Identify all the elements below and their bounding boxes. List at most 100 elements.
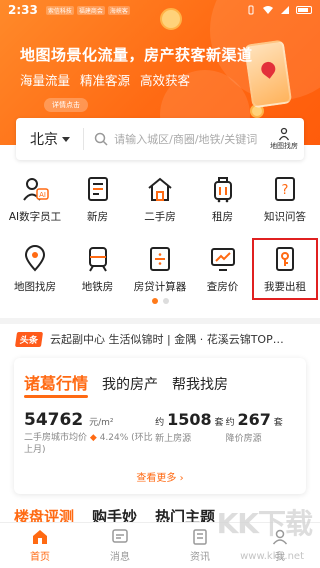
feature-qa[interactable]: ? 知识问答 [254, 170, 316, 228]
new-listings-value: 1508 [167, 410, 212, 429]
status-time: 2:33 [8, 3, 38, 17]
calculator-icon [145, 244, 175, 274]
map-pin-icon [258, 59, 279, 79]
tab-home[interactable]: 首页 [0, 523, 80, 568]
subway-icon [83, 244, 113, 274]
feature-grid: AI AI数字员工 新房 二手房 租房 ? 知识问答 地图找房 地铁房 房贷计算… [0, 170, 320, 300]
feature-label: AI数字员工 [8, 211, 62, 223]
lease-out-icon [270, 244, 300, 274]
feature-row: AI AI数字员工 新房 二手房 租房 ? 知识问答 [0, 170, 320, 228]
tab-market[interactable]: 诸葛行情 [24, 370, 89, 398]
chevron-down-icon [62, 136, 70, 142]
market-stats: 54762 元/m² 二手房城市均价 ◆ 4.24% (环比上月) 约 1508… [14, 394, 306, 456]
feature-rent[interactable]: 租房 [192, 170, 254, 228]
vibrate-icon [248, 5, 254, 15]
market-tabs: 诸葛行情 我的房产 帮我找房 [14, 358, 306, 398]
feature-label: 二手房 [144, 211, 176, 223]
price-drop-count: 约 267 套 [226, 410, 296, 429]
ai-worker-icon: AI [20, 174, 50, 204]
signal-icon [281, 6, 289, 14]
tab-label: 首页 [30, 552, 50, 563]
view-more-link[interactable]: 查看更多 › [14, 469, 306, 484]
search-input[interactable] [114, 132, 265, 146]
svg-text:AI: AI [39, 191, 46, 199]
market-card: 诸葛行情 我的房产 帮我找房 54762 元/m² 二手房城市均价 ◆ 4.24… [14, 358, 306, 494]
price-drop-unit: 套 [273, 418, 283, 428]
tab-label: 消息 [110, 552, 130, 563]
stat-prefix: 约 [225, 418, 235, 428]
battery-icon [296, 6, 312, 14]
feature-label: 地图找房 [14, 281, 56, 293]
avg-price-note-prefix: 二手房城市均价 [24, 433, 88, 443]
map-search-label: 地图找房 [270, 142, 299, 150]
price-drop-label: 降价房源 [225, 434, 262, 444]
feature-label: 地铁房 [81, 281, 114, 293]
ad-chip: 海峡客 [107, 5, 130, 15]
feature-label: 新房 [87, 211, 108, 223]
tab-messages[interactable]: 消息 [80, 523, 160, 568]
page-dot-active [151, 298, 158, 304]
wifi-icon [263, 6, 273, 14]
status-ad-strip: 索信科技 福建商会 海峡客 [45, 5, 130, 15]
price-drop-stat: 约 267 套 降价房源 [226, 410, 296, 456]
banner-details-button[interactable]: 详情点击 [44, 98, 88, 112]
status-bar: 2:33 索信科技 福建商会 海峡客 [0, 0, 320, 20]
price-chart-icon [208, 244, 238, 274]
search-box[interactable] [84, 132, 265, 146]
new-house-icon [83, 174, 113, 204]
search-card: 北京 地图找房 [16, 118, 304, 160]
qa-icon: ? [270, 174, 300, 204]
feature-label: 知识问答 [264, 211, 306, 223]
feature-lease-out[interactable]: 我要出租 [252, 238, 318, 300]
new-listings-count: 约 1508 套 [155, 410, 225, 429]
headline-text: 云起副中心 生活似锦时 | 金隅 · 花溪云锦TOP… [50, 333, 284, 346]
feature-price-check[interactable]: 查房价 [192, 240, 254, 298]
new-listings-label: 新上房源 [155, 434, 192, 444]
status-icons [246, 5, 312, 15]
price-drop-value: 267 [237, 410, 271, 429]
feature-map-search[interactable]: 地图找房 [4, 240, 66, 298]
stat-prefix: 约 [155, 418, 165, 428]
tab-label: 资讯 [190, 552, 210, 563]
city-selector[interactable]: 北京 [16, 129, 83, 149]
feature-mortgage-calculator[interactable]: 房贷计算器 [129, 240, 191, 298]
app-home-page: 2:33 索信科技 福建商会 海峡客 地图场景化流量，房产获客新渠道 海量流量 … [0, 0, 320, 568]
city-label: 北京 [30, 132, 58, 148]
feature-label: 租房 [212, 211, 233, 223]
search-icon [94, 132, 108, 146]
avg-price: 54762 元/m² [24, 410, 155, 430]
feature-subway[interactable]: 地铁房 [67, 240, 129, 298]
avg-price-note: 二手房城市均价 ◆ 4.24% (环比上月) [24, 432, 155, 456]
feature-row: 地图找房 地铁房 房贷计算器 查房价 我要出租 [0, 238, 320, 300]
avg-price-change: 4.24% [99, 433, 129, 443]
grid-page-indicator [0, 298, 320, 304]
svg-text:?: ? [282, 183, 289, 198]
tab-find-home[interactable]: 帮我找房 [172, 374, 228, 394]
feature-ai-worker[interactable]: AI AI数字员工 [4, 170, 66, 228]
feature-second-hand[interactable]: 二手房 [129, 170, 191, 228]
home-icon [33, 530, 47, 544]
rent-icon [208, 174, 238, 204]
banner-subtitle: 精准客源 [80, 73, 131, 88]
headline-ticker[interactable]: 头条 云起副中心 生活似锦时 | 金隅 · 花溪云锦TOP… [0, 318, 320, 354]
map-person-icon [279, 127, 290, 141]
trend-up-icon: ◆ [89, 433, 97, 443]
feature-new-house[interactable]: 新房 [67, 170, 129, 228]
feature-label: 房贷计算器 [133, 281, 187, 293]
avg-price-unit: 元/m² [89, 418, 114, 428]
map-search-button[interactable]: 地图找房 [264, 127, 304, 151]
feature-label: 我要出租 [264, 281, 306, 293]
avg-price-stat: 54762 元/m² 二手房城市均价 ◆ 4.24% (环比上月) [24, 410, 155, 456]
new-listings-unit: 套 [214, 418, 224, 428]
watermark: KK下载 [216, 507, 313, 540]
news-icon [193, 529, 207, 545]
tab-my-property[interactable]: 我的房产 [102, 374, 158, 394]
ad-chip: 福建商会 [76, 5, 105, 15]
page-dot [162, 298, 169, 304]
banner-subtitles: 海量流量 精准客源 高效获客 [20, 70, 190, 89]
watermark-url: www.kkx.net [240, 551, 304, 562]
new-listings-stat: 约 1508 套 新上房源 [155, 410, 225, 456]
avg-price-value: 54762 [24, 410, 84, 430]
banner-title: 地图场景化流量，房产获客新渠道 [20, 46, 253, 64]
feature-label: 查房价 [206, 281, 239, 293]
